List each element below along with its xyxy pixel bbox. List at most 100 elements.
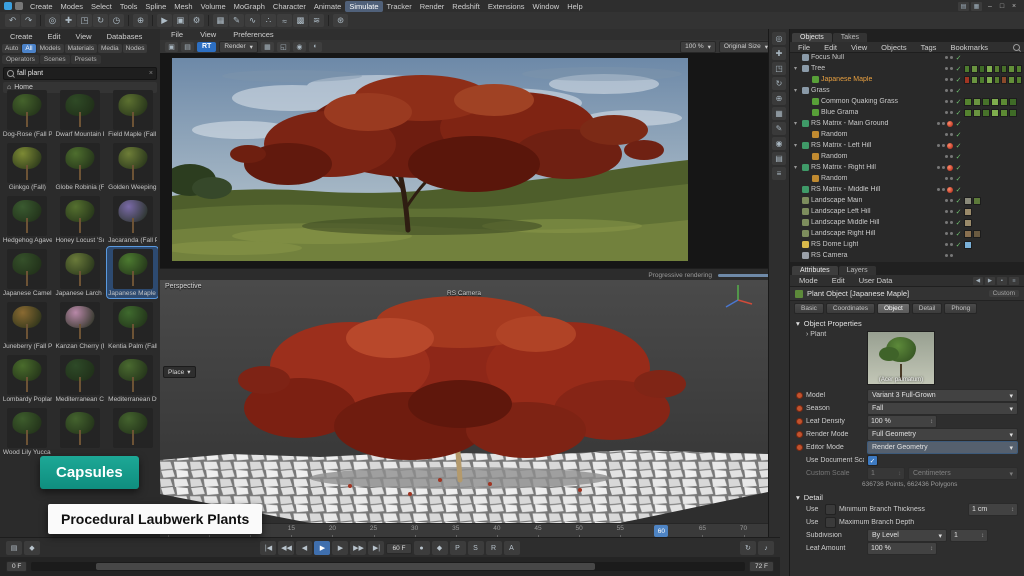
plant-preview-thumbnail[interactable]: (Acer palmatum): [867, 331, 935, 385]
editor-visibility-dot[interactable]: [945, 221, 948, 224]
attribute-menu-edit[interactable]: Edit: [828, 275, 849, 286]
asset-item[interactable]: Dwarf Mountain Pine (...: [55, 88, 106, 139]
asset-item[interactable]: Field Maple (Fall Plant): [107, 88, 158, 139]
menu-render[interactable]: Render: [416, 1, 449, 12]
scrollbar-thumb[interactable]: [96, 563, 596, 570]
enabled-check-icon[interactable]: ✓: [955, 109, 962, 117]
layout-icon[interactable]: ▤: [772, 152, 786, 165]
object-row[interactable]: RS Matrix - Middle Hill✓: [790, 184, 1024, 195]
menu-modes[interactable]: Modes: [57, 1, 88, 12]
asset-tab-all[interactable]: All: [22, 44, 35, 53]
panel-tab-attributes[interactable]: Attributes: [792, 266, 838, 275]
render-visibility-dot[interactable]: [950, 254, 953, 257]
editor-visibility-dot[interactable]: [937, 166, 940, 169]
asset-menu-edit[interactable]: Edit: [44, 31, 65, 42]
material-chip[interactable]: [1008, 65, 1014, 73]
asset-item[interactable]: Golden Weeping Willo...: [107, 141, 158, 192]
render-visibility-dot[interactable]: [950, 67, 953, 70]
record-scale-icon[interactable]: S: [468, 541, 484, 555]
subdivision-dropdown[interactable]: By Level ▾: [867, 529, 947, 542]
minimize-button[interactable]: –: [984, 1, 996, 11]
editor-visibility-dot[interactable]: [945, 78, 948, 81]
object-menu-edit[interactable]: Edit: [820, 42, 841, 53]
subdivision-level-field[interactable]: 1 ↕: [950, 529, 988, 542]
menu-simulate[interactable]: Simulate: [345, 1, 382, 12]
object-properties-section[interactable]: ▾ Object Properties: [790, 316, 1024, 329]
asset-item[interactable]: Globe Robinia (Fall Pl...: [55, 141, 106, 192]
render-visibility-dot[interactable]: [950, 111, 953, 114]
enabled-check-icon[interactable]: ✓: [955, 153, 962, 161]
menu-tracker[interactable]: Tracker: [383, 1, 416, 12]
zoom-dropdown[interactable]: 100 % ▾: [680, 41, 716, 53]
next-frame-icon[interactable]: ▶: [332, 541, 348, 555]
render-visibility-dot[interactable]: [950, 243, 953, 246]
panel-tab-layers[interactable]: Layers: [839, 266, 876, 275]
enabled-check-icon[interactable]: ✓: [955, 120, 962, 128]
asset-menu-view[interactable]: View: [71, 31, 95, 42]
undo-icon[interactable]: ↶: [5, 14, 20, 27]
enabled-check-icon[interactable]: ✓: [955, 186, 962, 194]
material-chip[interactable]: [979, 65, 985, 73]
render-view-icon[interactable]: ▶: [157, 14, 172, 27]
material-chip[interactable]: [986, 65, 992, 73]
render-visibility-dot[interactable]: [950, 89, 953, 92]
editor-visibility-dot[interactable]: [945, 243, 948, 246]
material-chip[interactable]: [1000, 98, 1008, 106]
keyframe-dot[interactable]: [796, 392, 803, 399]
keyframe-dot[interactable]: [796, 405, 803, 412]
simulation-icon[interactable]: ≋: [309, 14, 324, 27]
keyframe-dot[interactable]: [796, 431, 803, 438]
rotate-icon[interactable]: ↻: [93, 14, 108, 27]
editor-visibility-dot[interactable]: [945, 100, 948, 103]
place-tool-chip[interactable]: Place ▾: [163, 366, 196, 378]
material-chip[interactable]: [994, 76, 1000, 84]
search-icon[interactable]: [1013, 44, 1020, 51]
asset-tab-media[interactable]: Media: [98, 44, 122, 53]
play-icon[interactable]: ▶: [314, 541, 330, 555]
layout-standard-icon[interactable]: ▤: [958, 2, 969, 11]
menu-help[interactable]: Help: [563, 1, 586, 12]
property-tab-basic[interactable]: Basic: [794, 303, 824, 314]
enabled-check-icon[interactable]: ✓: [955, 131, 962, 139]
render-visibility-dot[interactable]: [950, 177, 953, 180]
material-chip[interactable]: [1009, 109, 1017, 117]
range-end-field[interactable]: 72 F: [749, 561, 774, 572]
render-view-menu-view[interactable]: View: [196, 29, 220, 40]
record-keyframe-icon[interactable]: ●: [414, 541, 430, 555]
render-visibility-dot[interactable]: [950, 199, 953, 202]
enabled-check-icon[interactable]: ✓: [955, 197, 962, 205]
live-selection-icon[interactable]: ◎: [45, 14, 60, 27]
render-visibility-dot[interactable]: [950, 78, 953, 81]
attribute-menu-user-data[interactable]: User Data: [855, 275, 897, 286]
next-key-icon[interactable]: ▶▶: [350, 541, 366, 555]
asset-item[interactable]: Wood Lily Yucca (Fall ...: [2, 406, 53, 457]
object-row[interactable]: Japanese Maple✓: [790, 74, 1024, 85]
spinner-icon[interactable]: ↕: [1011, 507, 1014, 513]
autokey-icon[interactable]: ◆: [432, 541, 448, 555]
material-chip[interactable]: [973, 98, 981, 106]
material-chip[interactable]: [1016, 76, 1022, 84]
pixel-inspect-icon[interactable]: ◉: [293, 42, 306, 52]
max-branch-checkbox[interactable]: [825, 517, 836, 528]
selection-icon[interactable]: ◎: [772, 32, 786, 45]
rt-toggle-button[interactable]: RT: [197, 42, 216, 52]
menu-extensions[interactable]: Extensions: [484, 1, 529, 12]
compare-ab-icon[interactable]: ▤: [181, 42, 194, 52]
rotate-icon[interactable]: ↻: [772, 77, 786, 90]
redo-icon[interactable]: ↷: [21, 14, 36, 27]
asset-subtab-presets[interactable]: Presets: [71, 55, 101, 64]
render-visibility-dot[interactable]: [950, 133, 953, 136]
render-view-menu-preferences[interactable]: Preferences: [229, 29, 277, 40]
prev-key-icon[interactable]: ◀◀: [278, 541, 294, 555]
asset-item[interactable]: Lombardy Poplar (Fall...: [2, 353, 53, 404]
object-row[interactable]: Landscape Right Hill✓: [790, 228, 1024, 239]
min-branch-field[interactable]: 1 cm ↕: [968, 503, 1018, 516]
material-chip[interactable]: [971, 65, 977, 73]
render-visibility-dot[interactable]: [950, 210, 953, 213]
object-row[interactable]: ▾RS Matrix - Left Hill✓: [790, 140, 1024, 151]
season-dropdown[interactable]: Fall ▾: [867, 402, 1018, 415]
spinner-icon[interactable]: ↕: [981, 533, 984, 539]
material-chip[interactable]: [994, 65, 1000, 73]
record-parameter-icon[interactable]: A: [504, 541, 520, 555]
material-chip[interactable]: [964, 65, 970, 73]
